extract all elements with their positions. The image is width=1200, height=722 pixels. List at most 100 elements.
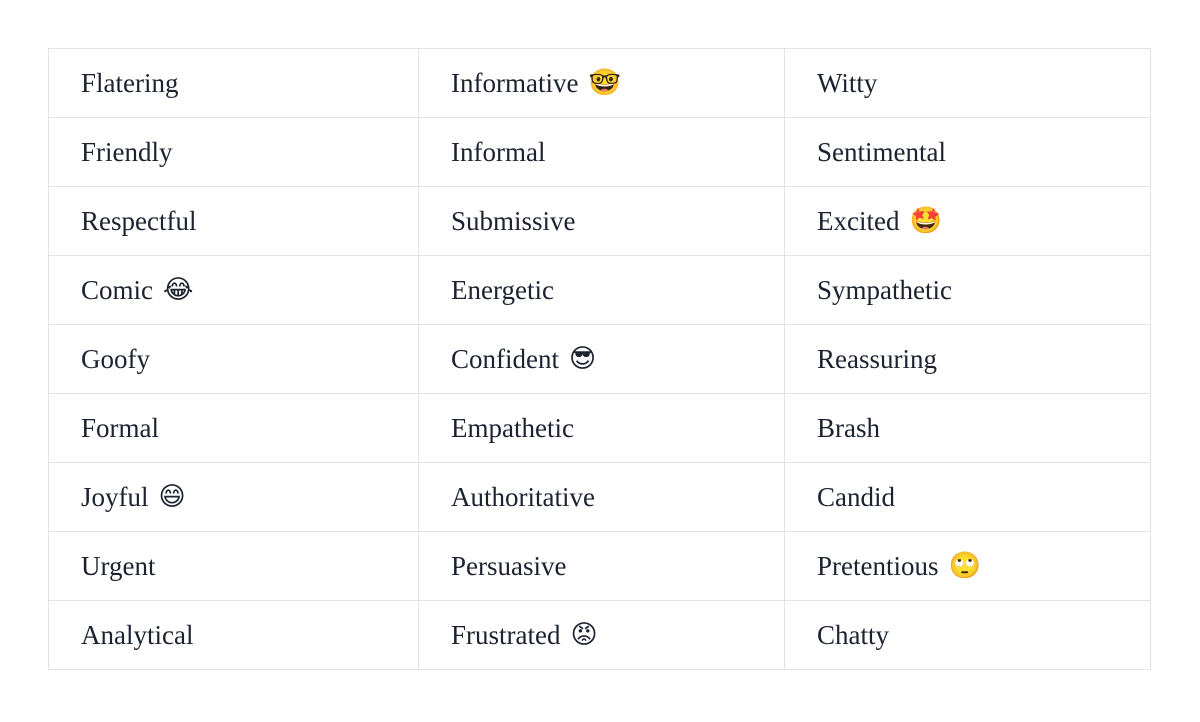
- table-cell[interactable]: Reassuring: [784, 324, 1151, 394]
- pouting-face-emoji: 😡: [570, 619, 598, 650]
- table-cell[interactable]: Formal: [48, 393, 419, 463]
- tone-label: Flatering: [81, 67, 179, 98]
- table-row: Goofy Confident 😎 Reassuring: [48, 324, 1151, 394]
- cell-content: Goofy: [81, 343, 418, 375]
- table-cell[interactable]: Goofy: [48, 324, 419, 394]
- table-cell[interactable]: Frustrated 😡: [418, 600, 785, 670]
- face-with-rolling-eyes-emoji: 🙄: [948, 550, 981, 581]
- grinning-face-with-smiling-eyes-emoji: 😄: [158, 481, 186, 512]
- table-cell[interactable]: Authoritative: [418, 462, 785, 532]
- tone-label: Analytical: [81, 619, 194, 650]
- tone-label: Frustrated: [451, 619, 561, 650]
- tone-label: Pretentious: [817, 550, 939, 581]
- tone-label: Authoritative: [451, 481, 595, 512]
- tone-label: Formal: [81, 412, 159, 443]
- tone-label: Joyful: [81, 481, 149, 512]
- tone-table-container: Flatering Informative 🤓 Witty Friendly Inform…: [48, 48, 1151, 670]
- tone-label: Submissive: [451, 205, 576, 236]
- tone-label: Informal: [451, 136, 546, 167]
- table-cell[interactable]: Empathetic: [418, 393, 785, 463]
- tone-of-voice-table: Flatering Informative 🤓 Witty Friendly Inform…: [48, 48, 1151, 670]
- tone-label: Sentimental: [817, 136, 946, 167]
- cell-content: Respectful: [81, 205, 418, 237]
- cell-content: Sympathetic: [817, 274, 1150, 306]
- cell-content: Comic 😂: [81, 274, 418, 306]
- table-cell[interactable]: Confident 😎: [418, 324, 785, 394]
- table-cell[interactable]: Sympathetic: [784, 255, 1151, 325]
- table-cell[interactable]: Informative 🤓: [418, 48, 785, 118]
- table-cell[interactable]: Chatty: [784, 600, 1151, 670]
- table-row: Analytical Frustrated 😡 Chatty: [48, 600, 1151, 670]
- cell-content: Brash: [817, 412, 1150, 444]
- table-cell[interactable]: Persuasive: [418, 531, 785, 601]
- table-cell[interactable]: Flatering: [48, 48, 419, 118]
- table-cell[interactable]: Energetic: [418, 255, 785, 325]
- tone-label: Chatty: [817, 619, 889, 650]
- smiling-face-with-sunglasses-emoji: 😎: [569, 343, 597, 374]
- tone-label: Empathetic: [451, 412, 574, 443]
- tone-label: Respectful: [81, 205, 197, 236]
- table-row: Urgent Persuasive Pretentious 🙄: [48, 531, 1151, 601]
- cell-content: Excited 🤩: [817, 205, 1150, 237]
- cell-content: Authoritative: [451, 481, 784, 513]
- page-root: Flatering Informative 🤓 Witty Friendly Inform…: [0, 0, 1200, 722]
- tone-label: Energetic: [451, 274, 554, 305]
- table-cell[interactable]: Submissive: [418, 186, 785, 256]
- tone-label: Excited: [817, 205, 900, 236]
- tone-label: Goofy: [81, 343, 150, 374]
- tone-label: Comic: [81, 274, 153, 305]
- tone-label: Urgent: [81, 550, 156, 581]
- table-cell[interactable]: Respectful: [48, 186, 419, 256]
- cell-content: Reassuring: [817, 343, 1150, 375]
- cell-content: Pretentious 🙄: [817, 550, 1150, 582]
- cell-content: Empathetic: [451, 412, 784, 444]
- tone-label: Witty: [817, 67, 878, 98]
- table-cell[interactable]: Joyful 😄: [48, 462, 419, 532]
- cell-content: Informal: [451, 136, 784, 168]
- cell-content: Submissive: [451, 205, 784, 237]
- table-cell[interactable]: Brash: [784, 393, 1151, 463]
- nerd-face-emoji: 🤓: [588, 67, 621, 98]
- tone-label: Friendly: [81, 136, 173, 167]
- table-row: Joyful 😄 Authoritative Candid: [48, 462, 1151, 532]
- cell-content: Formal: [81, 412, 418, 444]
- tone-label: Persuasive: [451, 550, 567, 581]
- table-row: Formal Empathetic Brash: [48, 393, 1151, 463]
- table-cell[interactable]: Analytical: [48, 600, 419, 670]
- table-cell[interactable]: Excited 🤩: [784, 186, 1151, 256]
- cell-content: Chatty: [817, 619, 1150, 651]
- table-cell[interactable]: Comic 😂: [48, 255, 419, 325]
- table-cell[interactable]: Witty: [784, 48, 1151, 118]
- cell-content: Analytical: [81, 619, 418, 651]
- star-struck-emoji: 🤩: [909, 205, 942, 236]
- table-row: Friendly Informal Sentimental: [48, 117, 1151, 187]
- tone-label: Brash: [817, 412, 880, 443]
- cell-content: Persuasive: [451, 550, 784, 582]
- cell-content: Informative 🤓: [451, 67, 784, 99]
- face-with-tears-of-joy-emoji: 😂: [163, 274, 194, 305]
- table-row: Flatering Informative 🤓 Witty: [48, 48, 1151, 118]
- cell-content: Friendly: [81, 136, 418, 168]
- table-row: Respectful Submissive Excited 🤩: [48, 186, 1151, 256]
- table-row: Comic 😂 Energetic Sympathetic: [48, 255, 1151, 325]
- faint-cropped-heading: [130, 0, 770, 10]
- tone-label: Confident: [451, 343, 559, 374]
- cell-content: Sentimental: [817, 136, 1150, 168]
- tone-label: Informative: [451, 67, 579, 98]
- cell-content: Energetic: [451, 274, 784, 306]
- cell-content: Urgent: [81, 550, 418, 582]
- tone-label: Candid: [817, 481, 895, 512]
- table-cell[interactable]: Pretentious 🙄: [784, 531, 1151, 601]
- cell-content: Frustrated 😡: [451, 619, 784, 651]
- cell-content: Joyful 😄: [81, 481, 418, 513]
- table-cell[interactable]: Sentimental: [784, 117, 1151, 187]
- table-cell[interactable]: Friendly: [48, 117, 419, 187]
- table-body: Flatering Informative 🤓 Witty Friendly Inform…: [48, 48, 1151, 670]
- table-cell[interactable]: Urgent: [48, 531, 419, 601]
- cell-content: Witty: [817, 67, 1150, 99]
- cell-content: Candid: [817, 481, 1150, 513]
- tone-label: Reassuring: [817, 343, 937, 374]
- table-cell[interactable]: Candid: [784, 462, 1151, 532]
- cell-content: Flatering: [81, 67, 418, 99]
- table-cell[interactable]: Informal: [418, 117, 785, 187]
